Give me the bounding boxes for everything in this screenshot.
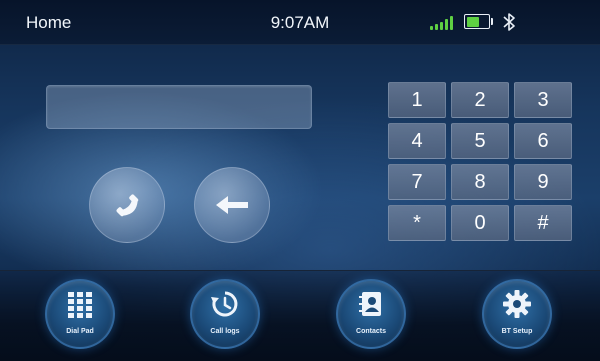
history-clock-icon (211, 291, 238, 317)
call-button[interactable] (89, 167, 165, 243)
key-9[interactable]: 9 (514, 164, 572, 200)
contacts-book-icon (359, 292, 381, 316)
keypad: 1 2 3 4 5 6 7 8 9 * 0 # (388, 82, 572, 242)
key-5[interactable]: 5 (451, 123, 509, 159)
key-0[interactable]: 0 (451, 205, 509, 241)
key-1[interactable]: 1 (388, 82, 446, 118)
backspace-button[interactable] (194, 167, 270, 243)
grid-icon (68, 292, 92, 318)
call-logs-label: Call logs (210, 328, 240, 335)
gear-icon (503, 290, 531, 318)
key-7[interactable]: 7 (388, 164, 446, 200)
phone-number-display (46, 85, 312, 129)
bt-setup-button[interactable]: BT Setup (482, 279, 552, 349)
contacts-label: Contacts (356, 328, 386, 335)
key-4[interactable]: 4 (388, 123, 446, 159)
bottom-dock: Dial Pad Call logs Contacts BT Setup (0, 270, 600, 361)
contacts-button[interactable]: Contacts (336, 279, 406, 349)
key-3[interactable]: 3 (514, 82, 572, 118)
dial-pad-button[interactable]: Dial Pad (45, 279, 115, 349)
dial-pad-label: Dial Pad (66, 328, 94, 335)
key-6[interactable]: 6 (514, 123, 572, 159)
signal-bars-icon (430, 16, 454, 30)
key-star[interactable]: * (388, 205, 446, 241)
call-logs-button[interactable]: Call logs (190, 279, 260, 349)
phone-handset-icon (116, 194, 139, 217)
key-pound[interactable]: # (514, 205, 572, 241)
status-bar: Home 9:07AM (0, 0, 600, 45)
bt-setup-label: BT Setup (501, 328, 533, 335)
key-8[interactable]: 8 (451, 164, 509, 200)
battery-icon (464, 14, 493, 29)
bluetooth-icon (503, 13, 515, 31)
key-2[interactable]: 2 (451, 82, 509, 118)
left-arrow-icon (216, 196, 248, 214)
